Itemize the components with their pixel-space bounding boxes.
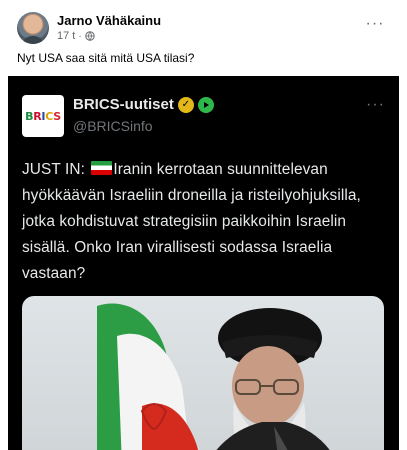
brics-logo: BRICS xyxy=(25,109,61,123)
verified-badge-icon: ✓ xyxy=(177,96,194,113)
tweet-account-name-row: BRICS-uutiset ✓ xyxy=(73,96,214,113)
author-avatar[interactable] xyxy=(17,12,49,44)
iran-flag-icon xyxy=(91,161,113,175)
tweet-text-body: Iranin kerrotaan suunnittelevan hyökkääv… xyxy=(22,161,361,282)
embedded-tweet-image[interactable]: BRICS BRICS-uutiset ✓ @BRICSinfo ··· JUS… xyxy=(8,76,399,450)
author-name[interactable]: Jarno Vähäkainu xyxy=(57,13,161,28)
tweet-more-icon: ··· xyxy=(366,96,385,113)
tweet-text-prefix: JUST IN: xyxy=(22,161,90,178)
tweet-account-avatar: BRICS xyxy=(22,95,64,137)
portrait-figure xyxy=(216,308,330,450)
tweet-account-name: BRICS-uutiset xyxy=(73,96,174,113)
tweet-photo xyxy=(22,296,384,450)
tweet-text: JUST IN: Iranin kerrotaan suunnittelevan… xyxy=(22,157,392,287)
post-options-button[interactable]: ··· xyxy=(363,16,387,36)
post-text: Nyt USA saa sitä mitä USA tilasi? xyxy=(17,51,195,65)
play-badge-icon xyxy=(197,96,214,113)
post-meta: 17 t · xyxy=(57,30,95,42)
globe-icon[interactable] xyxy=(85,31,95,41)
meta-separator: · xyxy=(78,30,82,42)
post-timestamp[interactable]: 17 t xyxy=(57,30,75,42)
post-header: Jarno Vähäkainu 17 t · ··· xyxy=(17,12,393,46)
facebook-post: Jarno Vähäkainu 17 t · ··· Nyt USA saa s… xyxy=(0,0,407,450)
tweet-handle: @BRICSinfo xyxy=(73,118,153,134)
